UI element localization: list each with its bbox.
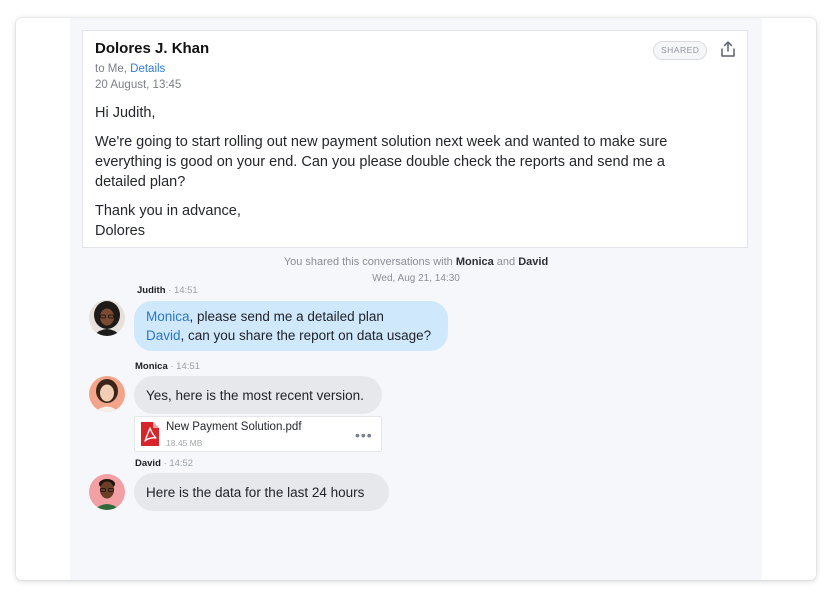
message-header-monica: Monica · 14:51 <box>135 361 200 372</box>
share-note-name-1: Monica <box>455 256 494 268</box>
message-text: , please send me a detailed plan <box>189 309 384 324</box>
avatar-judith-image <box>89 300 125 336</box>
author-name: Judith <box>137 285 166 296</box>
avatar-david <box>89 474 125 510</box>
avatar-monica <box>89 376 125 412</box>
message-time: · 14:52 <box>160 458 194 469</box>
share-note-name-2: David <box>518 256 549 268</box>
email-closing: Thank you in advance, Dolores <box>95 203 241 239</box>
message-bubble-david: Here is the data for the last 24 hours <box>134 473 389 511</box>
email-card: Dolores J. Khan to Me, Details 20 August… <box>82 30 748 248</box>
shared-badge: SHARED <box>653 41 708 60</box>
message-header-judith: Judith · 14:51 <box>137 285 198 296</box>
author-name: Monica <box>135 361 168 372</box>
message-text: , can you share the report on data usage… <box>180 328 432 343</box>
email-paragraph: We're going to start rolling out new pay… <box>95 134 668 190</box>
sender-name: Dolores J. Khan <box>95 40 210 57</box>
share-note-prefix: You shared this conversations with <box>283 256 456 268</box>
mention-david[interactable]: David <box>146 328 181 343</box>
more-horizontal-icon[interactable]: ••• <box>355 427 373 443</box>
attachment-card[interactable]: New Payment Solution.pdf 18.45 MB ••• <box>134 416 382 452</box>
avatar-monica-image <box>89 376 125 412</box>
details-link[interactable]: Details <box>130 63 165 75</box>
share-note-conj: and <box>493 256 519 268</box>
recipients-line: to Me, Details <box>95 63 165 75</box>
attachment-size: 18.45 MB <box>166 438 203 448</box>
share-note: You shared this conversations with Monic… <box>70 256 762 268</box>
message-time: · 14:51 <box>165 285 198 296</box>
message-line-2: David, can you share the report on data … <box>146 326 431 345</box>
message-line-1: Monica, please send me a detailed plan <box>146 307 384 326</box>
share-date: Wed, Aug 21, 14:30 <box>372 273 460 284</box>
share-upload-icon[interactable] <box>719 40 737 58</box>
attachment-name: New Payment Solution.pdf <box>166 421 302 433</box>
email-body: Hi Judith, We're going to start rolling … <box>95 103 695 250</box>
message-bubble-judith: Monica, please send me a detailed plan D… <box>134 301 448 351</box>
avatar-judith <box>89 300 125 336</box>
message-time: · 14:51 <box>167 361 200 372</box>
pdf-file-icon <box>141 422 159 446</box>
message-bubble-monica: Yes, here is the most recent version. <box>134 376 382 414</box>
message-header-david: David · 14:52 <box>135 458 193 469</box>
author-name: David <box>135 458 161 469</box>
mention-monica[interactable]: Monica <box>146 309 190 324</box>
email-date: 20 August, 13:45 <box>95 79 182 91</box>
app-window: Dolores J. Khan to Me, Details 20 August… <box>16 18 816 580</box>
email-greeting: Hi Judith, <box>95 105 156 121</box>
recipients-text: to Me, <box>95 63 131 75</box>
avatar-david-image <box>89 474 125 510</box>
